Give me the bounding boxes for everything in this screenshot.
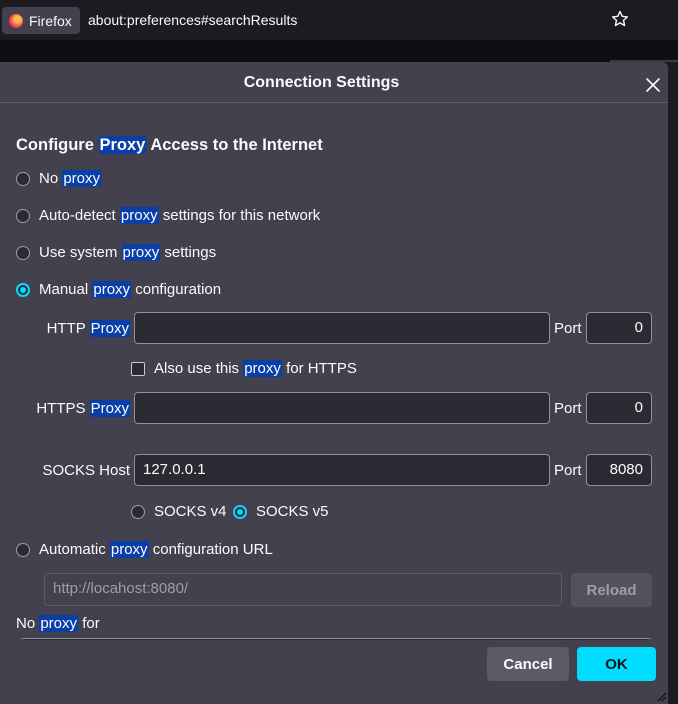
radio-manual-proxy[interactable]: Manual proxy configuration bbox=[16, 281, 221, 298]
https-checkbox-label[interactable]: Also use this proxy for HTTPS bbox=[154, 360, 357, 377]
cancel-button[interactable]: Cancel bbox=[487, 647, 569, 681]
socks-port-label: Port bbox=[554, 462, 582, 479]
radio-socks-v5[interactable]: SOCKS v5 bbox=[233, 503, 329, 520]
radio-system-proxy[interactable]: Use system proxy settings bbox=[16, 244, 216, 261]
socks-port-input[interactable]: 8080 bbox=[586, 454, 652, 486]
http-proxy-label: HTTP Proxy bbox=[46, 320, 130, 337]
search-highlight: Proxy bbox=[98, 136, 147, 154]
radio-button[interactable] bbox=[16, 542, 30, 557]
radio-label: Automatic proxy configuration URL bbox=[39, 541, 273, 558]
radio-label: Auto-detect proxy settings for this netw… bbox=[39, 207, 321, 224]
close-icon[interactable] bbox=[642, 74, 664, 96]
http-port-input[interactable]: 0 bbox=[586, 312, 652, 344]
https-port-label: Port bbox=[554, 400, 582, 417]
resize-grip-icon[interactable] bbox=[655, 690, 667, 702]
radio-label: Manual proxy configuration bbox=[39, 281, 222, 298]
connection-settings-dialog: Connection Settings Configure Proxy Acce… bbox=[0, 62, 668, 704]
radio-button[interactable] bbox=[16, 245, 30, 260]
http-port-label: Port bbox=[554, 320, 582, 337]
browser-toolbar: Firefox about:preferences#searchResults bbox=[0, 0, 678, 40]
dialog-titlebar: Connection Settings bbox=[0, 62, 668, 103]
radio-label: Use system proxy settings bbox=[39, 244, 217, 261]
no-proxy-for-label: No proxy for bbox=[16, 615, 100, 632]
firefox-tab[interactable]: Firefox bbox=[2, 7, 80, 34]
bookmark-star-icon[interactable] bbox=[610, 9, 630, 29]
radio-label: SOCKS v4 bbox=[154, 503, 227, 520]
pac-url-input[interactable]: http://locahost:8080/ bbox=[44, 573, 562, 606]
radio-button-selected[interactable] bbox=[16, 282, 30, 297]
radio-button[interactable] bbox=[16, 171, 30, 186]
app-name: Firefox bbox=[29, 12, 72, 29]
dialog-title: Connection Settings bbox=[243, 74, 400, 91]
radio-button-selected[interactable] bbox=[233, 504, 247, 519]
radio-socks-v4[interactable]: SOCKS v4 bbox=[131, 503, 227, 520]
https-checkbox[interactable] bbox=[131, 362, 145, 376]
reload-button[interactable]: Reload bbox=[571, 573, 652, 607]
radio-button[interactable] bbox=[16, 208, 30, 223]
radio-auto-config-url[interactable]: Automatic proxy configuration URL bbox=[16, 541, 273, 558]
url-bar[interactable]: about:preferences#searchResults bbox=[88, 12, 297, 28]
socks-host-input[interactable]: 127.0.0.1 bbox=[134, 454, 550, 486]
radio-label: SOCKS v5 bbox=[256, 503, 329, 520]
section-heading: Configure Proxy Access to the Internet bbox=[16, 136, 323, 154]
socks-host-label: SOCKS Host bbox=[42, 462, 130, 479]
http-proxy-input[interactable] bbox=[134, 312, 550, 344]
https-proxy-label: HTTPS Proxy bbox=[36, 400, 130, 417]
radio-no-proxy[interactable]: No proxy bbox=[16, 170, 102, 187]
firefox-logo-icon bbox=[9, 13, 23, 28]
ok-button[interactable]: OK bbox=[577, 647, 656, 681]
radio-auto-detect[interactable]: Auto-detect proxy settings for this netw… bbox=[16, 207, 320, 224]
https-proxy-input[interactable] bbox=[134, 392, 550, 424]
radio-label: No proxy bbox=[39, 170, 102, 187]
radio-button[interactable] bbox=[131, 504, 145, 519]
https-port-input[interactable]: 0 bbox=[586, 392, 652, 424]
tab-strip bbox=[0, 40, 678, 62]
